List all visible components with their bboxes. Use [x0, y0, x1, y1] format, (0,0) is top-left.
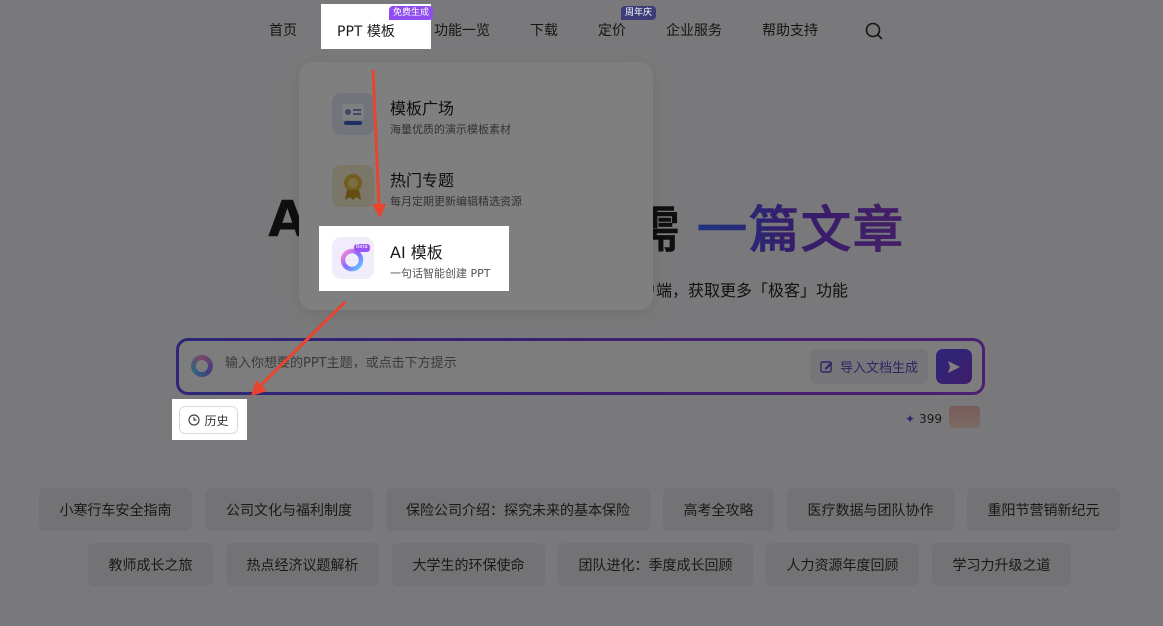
nav-download[interactable]: 下载: [530, 20, 558, 40]
nav-features[interactable]: 功能一览: [434, 20, 490, 40]
nav-home[interactable]: 首页: [269, 20, 297, 40]
ai-ring-icon: Beta: [332, 237, 374, 279]
nav-pricing[interactable]: 定价: [598, 20, 626, 40]
nav-enterprise[interactable]: 企业服务: [666, 20, 722, 40]
anniversary-badge: 周年庆: [621, 6, 657, 20]
clock-icon: [188, 414, 201, 426]
nav-help[interactable]: 帮助支持: [762, 20, 818, 40]
menu-title: AI 模板: [390, 243, 443, 262]
nav-ppt-template-label: PPT 模板: [337, 24, 395, 40]
search-icon[interactable]: [864, 21, 884, 41]
free-badge: 免费生成: [389, 6, 434, 20]
nav-ppt-template[interactable]: PPT 模板 免费生成: [321, 4, 434, 49]
menu-desc: 一句话智能创建 PPT: [390, 267, 491, 280]
screen-dim-overlay: [0, 0, 1163, 626]
menu-item-ai-template[interactable]: Beta AI 模板 一句话智能创建 PPT: [319, 226, 509, 291]
history-button[interactable]: 历史: [179, 406, 238, 434]
top-nav: 首页 功能一览 下载 定价 周年庆 企业服务 帮助支持: [0, 0, 1163, 60]
beta-badge: Beta: [356, 244, 368, 250]
history-label: 历史: [204, 413, 229, 428]
